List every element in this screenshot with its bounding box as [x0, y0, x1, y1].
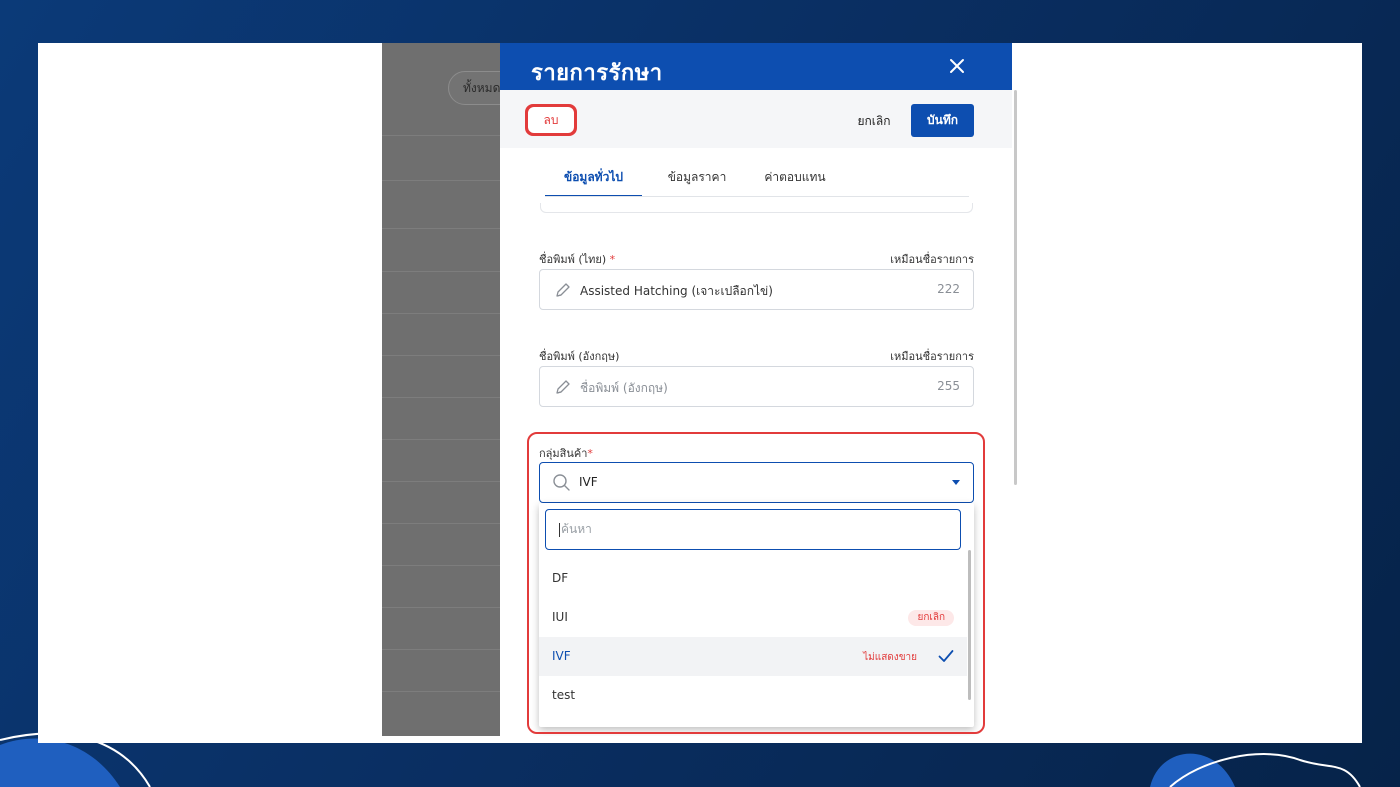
- modal-header: รายการรักษา: [500, 43, 1012, 90]
- background-row-divider: [382, 355, 500, 356]
- print-name-en-label: ชื่อพิมพ์ (อังกฤษ): [539, 350, 620, 363]
- print-name-th-char-counter: 222: [937, 282, 960, 296]
- background-row-divider: [382, 691, 500, 692]
- close-icon: [950, 59, 964, 73]
- background-row-divider: [382, 607, 500, 608]
- tabs-divider: [545, 196, 969, 197]
- required-mark: *: [609, 253, 616, 266]
- save-button[interactable]: บันทึก: [911, 104, 974, 137]
- background-row-divider: [382, 649, 500, 650]
- background-row-divider: [382, 565, 500, 566]
- background-row-divider: [382, 397, 500, 398]
- pencil-icon: [556, 380, 570, 394]
- print-name-th-field[interactable]: Assisted Hatching (เจาะเปลือกไข่) 222: [539, 269, 974, 310]
- modal-scrollbar[interactable]: [1014, 90, 1017, 485]
- print-name-th-label-text: ชื่อพิมพ์ (ไทย): [539, 253, 607, 266]
- background-row-divider: [382, 180, 500, 181]
- print-name-th-label: ชื่อพิมพ์ (ไทย) *: [539, 250, 615, 268]
- same-as-item-name-link[interactable]: เหมือนชื่อรายการ: [873, 347, 974, 365]
- print-name-en-char-counter: 255: [937, 379, 960, 393]
- card-section-edge: [540, 203, 973, 213]
- close-button[interactable]: [946, 55, 968, 77]
- print-name-en-field[interactable]: ชื่อพิมพ์ (อังกฤษ) 255: [539, 366, 974, 407]
- background-row-divider: [382, 439, 500, 440]
- tab-price-info[interactable]: ข้อมูลราคา: [652, 163, 742, 197]
- same-as-item-name-link[interactable]: เหมือนชื่อรายการ: [873, 250, 974, 268]
- pencil-icon: [556, 283, 570, 297]
- background-row-divider: [382, 313, 500, 314]
- background-row-divider: [382, 523, 500, 524]
- background-row-divider: [382, 135, 500, 136]
- tab-compensation[interactable]: ค่าตอบแทน: [750, 163, 840, 197]
- print-name-th-value: Assisted Hatching (เจาะเปลือกไข่): [580, 284, 773, 298]
- background-row-divider: [382, 481, 500, 482]
- cancel-button[interactable]: ยกเลิก: [850, 109, 898, 133]
- background-row-divider: [382, 228, 500, 229]
- background-row-divider: [382, 271, 500, 272]
- annotation-highlight-box: [527, 432, 985, 734]
- tab-general-info[interactable]: ข้อมูลทั่วไป: [545, 163, 642, 197]
- print-name-en-placeholder: ชื่อพิมพ์ (อังกฤษ): [580, 381, 668, 395]
- modal-tabs: ข้อมูลทั่วไป ข้อมูลราคา ค่าตอบแทน: [545, 163, 969, 197]
- annotation-highlight-delete: [525, 104, 577, 136]
- modal-title: รายการรักษา: [531, 61, 663, 86]
